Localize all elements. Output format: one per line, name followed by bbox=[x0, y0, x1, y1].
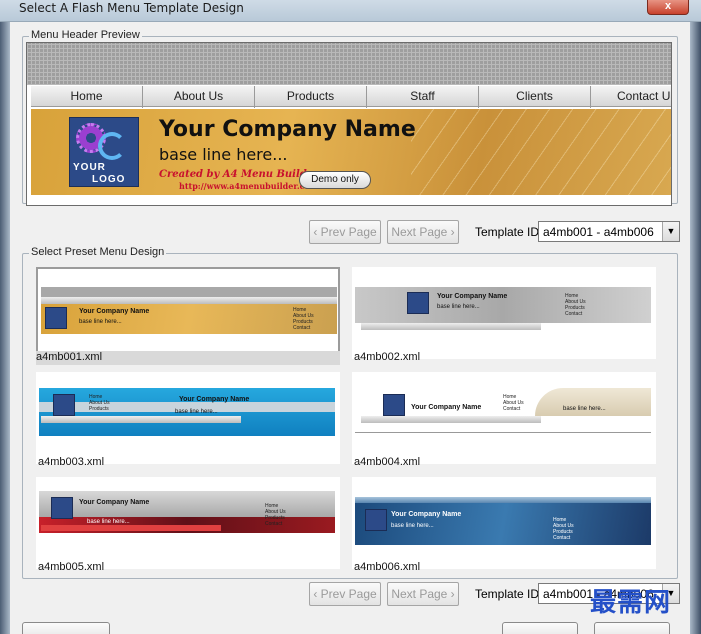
close-button[interactable]: x bbox=[647, 0, 689, 15]
template-id-label: Template ID bbox=[475, 225, 540, 239]
preview-pattern bbox=[27, 43, 671, 85]
template-base-2: base line here... bbox=[437, 304, 480, 310]
pager-top: ‹ Prev Page Next Page › Template ID a4mb… bbox=[10, 220, 690, 244]
template-thumb-1: Your Company Name base line here... Home… bbox=[41, 275, 337, 349]
preview-banner: YOUR LOGO Your Company Name base line he… bbox=[31, 109, 671, 195]
template-title-4: Your Company Name bbox=[411, 404, 482, 411]
pager-bottom: ‹ Prev Page Next Page › Template ID a4mb… bbox=[10, 582, 690, 606]
template-base-3: base line here... bbox=[175, 409, 218, 415]
template-thumb-3: Your Company Name base line here... Home… bbox=[39, 378, 335, 452]
nav-item-contact[interactable]: Contact U bbox=[591, 86, 671, 108]
header-preview-legend: Menu Header Preview bbox=[29, 29, 142, 41]
template-thumb-5: Your Company Name base line here... Home… bbox=[39, 483, 335, 557]
template-thumb-2: Your Company Name base line here... Home… bbox=[355, 273, 651, 347]
bottom-left-button[interactable] bbox=[22, 622, 110, 634]
banner-decoration bbox=[411, 109, 671, 195]
window-title: Select A Flash Menu Template Design bbox=[19, 1, 244, 15]
window-border-left bbox=[0, 22, 10, 634]
template-tile-1[interactable]: Your Company Name base line here... Home… bbox=[36, 267, 340, 359]
logo: YOUR LOGO bbox=[69, 117, 139, 187]
created-url: http://www.a4menubuilder.com bbox=[179, 181, 319, 191]
cancel-button[interactable] bbox=[594, 622, 670, 634]
template-id-value: a4mb001 - a4mb006 bbox=[543, 225, 654, 239]
nav-item-staff[interactable]: Staff bbox=[367, 86, 479, 108]
template-caption-3: a4mb003.xml bbox=[38, 456, 105, 468]
next-page-button-bottom[interactable]: Next Page › bbox=[387, 582, 459, 606]
template-title-5: Your Company Name bbox=[79, 499, 150, 506]
template-title-2: Your Company Name bbox=[437, 293, 508, 300]
nav-item-clients[interactable]: Clients bbox=[479, 86, 591, 108]
demo-only-button[interactable]: Demo only bbox=[299, 171, 371, 189]
nav-item-products[interactable]: Products bbox=[255, 86, 367, 108]
title-bar: Select A Flash Menu Template Design x bbox=[0, 0, 701, 22]
preview-navbar: Home About Us Products Staff Clients Con… bbox=[31, 85, 671, 108]
template-menu-5: Home About Us Products Contact bbox=[265, 503, 286, 527]
template-base-6: base line here... bbox=[391, 523, 434, 529]
dialog-client-area: Menu Header Preview Home About Us Produc… bbox=[10, 22, 690, 634]
template-thumb-6: Your Company Name base line here... Home… bbox=[355, 483, 651, 557]
template-menu-1: Home About Us Products Contact bbox=[293, 307, 314, 331]
logo-text-logo: LOGO bbox=[92, 174, 126, 185]
swirl-icon bbox=[98, 132, 126, 160]
template-id-select[interactable]: a4mb001 - a4mb006 ▼ bbox=[538, 221, 680, 242]
logo-text-your: YOUR bbox=[73, 162, 106, 173]
ok-button[interactable] bbox=[502, 622, 578, 634]
template-menu-4: Home About Us Contact bbox=[503, 394, 524, 412]
template-menu-6: Home About Us Products Contact bbox=[553, 517, 574, 541]
nav-item-home[interactable]: Home bbox=[31, 86, 143, 108]
window-border-right bbox=[690, 22, 701, 634]
template-tile-2[interactable]: Your Company Name base line here... Home… bbox=[352, 267, 656, 359]
template-thumb-4: Your Company Name base line here... Home… bbox=[355, 378, 651, 452]
prev-page-button-bottom[interactable]: ‹ Prev Page bbox=[309, 582, 381, 606]
template-tile-6[interactable]: Your Company Name base line here... Home… bbox=[352, 477, 656, 569]
template-title-1: Your Company Name bbox=[79, 308, 150, 315]
header-preview: Home About Us Products Staff Clients Con… bbox=[26, 42, 672, 206]
template-title-6: Your Company Name bbox=[391, 511, 462, 518]
prev-page-button[interactable]: ‹ Prev Page bbox=[309, 220, 381, 244]
template-tile-3[interactable]: Your Company Name base line here... Home… bbox=[36, 372, 340, 464]
template-caption-6: a4mb006.xml bbox=[354, 561, 421, 573]
template-caption-1: a4mb001.xml bbox=[36, 351, 340, 365]
base-line: base line here... bbox=[159, 145, 288, 164]
template-tile-5[interactable]: Your Company Name base line here... Home… bbox=[36, 477, 340, 569]
template-tile-4[interactable]: Your Company Name base line here... Home… bbox=[352, 372, 656, 464]
nav-item-about[interactable]: About Us bbox=[143, 86, 255, 108]
watermark: 最需网 bbox=[590, 588, 672, 618]
template-id-label-bottom: Template ID bbox=[475, 587, 540, 601]
template-menu-2: Home About Us Products Contact bbox=[565, 293, 586, 317]
template-base-4: base line here... bbox=[563, 406, 606, 412]
template-caption-4: a4mb004.xml bbox=[354, 456, 421, 468]
template-caption-5: a4mb005.xml bbox=[38, 561, 105, 573]
template-base-1: base line here... bbox=[79, 319, 122, 325]
template-title-3: Your Company Name bbox=[179, 396, 250, 403]
next-page-button[interactable]: Next Page › bbox=[387, 220, 459, 244]
created-by: Created by A4 Menu Builder bbox=[159, 169, 319, 180]
dropdown-arrow-icon[interactable]: ▼ bbox=[662, 222, 679, 241]
template-caption-2: a4mb002.xml bbox=[354, 351, 421, 363]
template-menu-3: Home About Us Products bbox=[89, 394, 110, 412]
preset-legend: Select Preset Menu Design bbox=[29, 246, 167, 258]
company-name: Your Company Name bbox=[159, 117, 416, 142]
